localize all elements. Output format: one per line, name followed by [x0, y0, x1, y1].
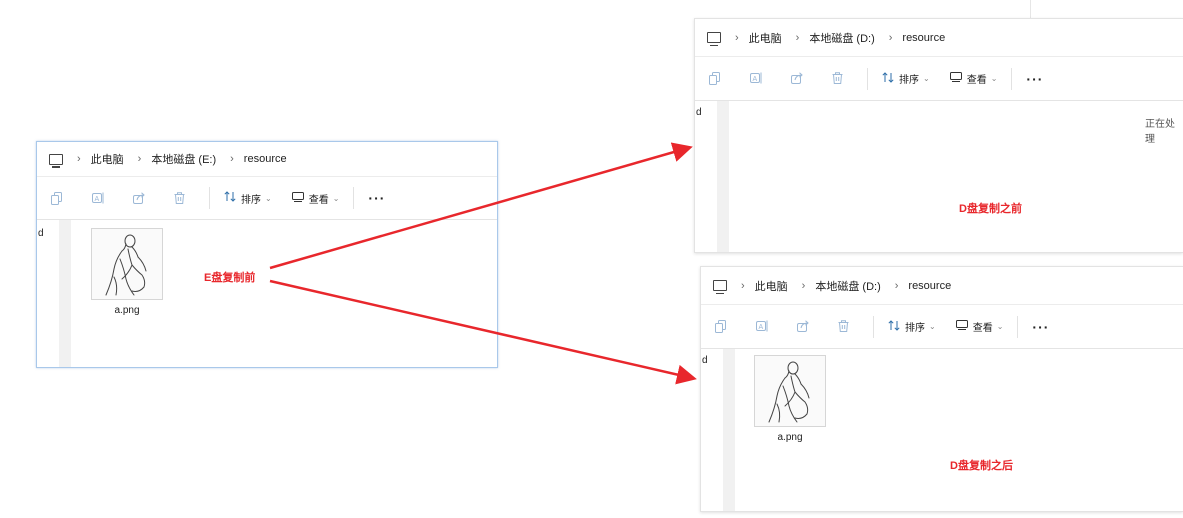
rename-icon[interactable]: A	[750, 72, 762, 85]
computer-icon	[49, 153, 63, 168]
processing-status: 正在处理	[1145, 119, 1175, 145]
chevron-right-icon: ›	[137, 153, 142, 165]
sort-icon	[882, 71, 894, 86]
label-e-before: E盘复制前	[204, 272, 256, 284]
view-label: 查看	[308, 194, 329, 206]
toolbar-separator	[873, 315, 874, 338]
navigation-pane[interactable]: d	[695, 101, 717, 252]
sort-button[interactable]: 排序 ⌄	[888, 319, 936, 334]
view-icon	[291, 191, 304, 205]
breadcrumb-drive[interactable]: 本地磁盘 (E:)	[151, 151, 216, 167]
view-label: 查看	[972, 323, 993, 334]
rename-icon[interactable]: A	[756, 320, 768, 333]
command-bar: A 排序 ⌄ 查看 ⌄ ···	[37, 177, 497, 220]
sort-label: 排序	[899, 75, 919, 86]
sort-icon	[224, 191, 236, 205]
background-divider	[1030, 0, 1031, 20]
address-bar[interactable]: › 此电脑 › 本地磁盘 (E:) › resource	[37, 142, 497, 177]
chevron-right-icon: ›	[77, 153, 81, 165]
rename-icon[interactable]: A	[92, 192, 104, 205]
breadcrumb-drive[interactable]: 本地磁盘 (D:)	[815, 278, 880, 294]
more-options-button[interactable]: ···	[1026, 71, 1043, 87]
chevron-right-icon: ›	[801, 279, 806, 292]
breadcrumb-drive[interactable]: 本地磁盘 (D:)	[809, 30, 874, 46]
sketch-image-icon	[768, 361, 810, 423]
navigation-pane-scrollbar[interactable]	[717, 101, 729, 252]
chevron-down-icon: ⌄	[923, 74, 930, 83]
nav-item[interactable]: d	[696, 107, 702, 118]
address-bar[interactable]: › 此电脑 › 本地磁盘 (D:) › resource	[701, 267, 1183, 305]
file-name[interactable]: a.png	[754, 432, 826, 443]
chevron-down-icon: ⌄	[990, 74, 998, 83]
computer-icon	[713, 280, 727, 294]
breadcrumb-folder[interactable]: resource	[908, 280, 951, 292]
toolbar-separator	[1017, 315, 1019, 338]
chevron-right-icon: ›	[735, 31, 739, 44]
label-d-before: D盘复制之前	[959, 203, 1022, 215]
breadcrumb-folder[interactable]: resource	[244, 153, 287, 165]
view-button[interactable]: 查看 ⌄	[291, 191, 340, 206]
breadcrumb-this-pc[interactable]: 此电脑	[749, 30, 782, 46]
delete-icon[interactable]	[838, 320, 850, 333]
navigation-pane-scrollbar[interactable]	[59, 220, 71, 367]
svg-text:A: A	[753, 76, 758, 83]
view-button[interactable]: 查看 ⌄	[955, 319, 1004, 334]
view-icon	[955, 320, 968, 333]
file-thumbnail[interactable]	[91, 228, 163, 300]
share-icon[interactable]	[797, 320, 809, 333]
address-bar[interactable]: › 此电脑 › 本地磁盘 (D:) › resource	[695, 19, 1183, 57]
chevron-right-icon: ›	[894, 279, 899, 292]
file-thumbnail[interactable]	[754, 355, 826, 427]
toolbar-separator	[1011, 67, 1013, 90]
svg-text:A: A	[759, 324, 764, 331]
chevron-right-icon: ›	[888, 31, 893, 44]
copy-icon[interactable]	[51, 191, 63, 205]
toolbar-separator	[867, 67, 868, 90]
more-options-button[interactable]: ···	[368, 190, 385, 206]
share-icon[interactable]	[791, 72, 803, 85]
view-button[interactable]: 查看 ⌄	[949, 71, 998, 86]
chevron-right-icon: ›	[795, 31, 800, 44]
chevron-down-icon: ⌄	[332, 193, 340, 203]
sort-button[interactable]: 排序 ⌄	[224, 191, 272, 206]
command-bar: A 排序 ⌄ 查看 ⌄ ···	[701, 305, 1183, 349]
nav-item[interactable]: d	[702, 355, 708, 366]
view-label: 查看	[966, 75, 987, 86]
chevron-down-icon: ⌄	[265, 193, 272, 203]
navigation-pane-scrollbar[interactable]	[723, 349, 735, 511]
computer-icon	[707, 32, 721, 46]
navigation-pane[interactable]: d	[37, 220, 59, 367]
share-icon[interactable]	[133, 191, 145, 205]
chevron-right-icon: ›	[230, 153, 234, 165]
chevron-right-icon: ›	[741, 279, 745, 292]
delete-icon[interactable]	[174, 191, 186, 205]
explorer-window-d-drive-before: › 此电脑 › 本地磁盘 (D:) › resource A 排序 ⌄ 查看 ⌄…	[694, 18, 1183, 253]
sort-label: 排序	[241, 194, 261, 206]
toolbar-separator	[209, 187, 210, 209]
command-bar: A 排序 ⌄ 查看 ⌄ ···	[695, 57, 1183, 101]
delete-icon[interactable]	[832, 72, 844, 85]
breadcrumb-folder[interactable]: resource	[902, 32, 945, 44]
explorer-window-d-drive-after: › 此电脑 › 本地磁盘 (D:) › resource A 排序 ⌄ 查看 ⌄…	[700, 266, 1183, 512]
sort-button[interactable]: 排序 ⌄	[882, 71, 930, 86]
navigation-pane[interactable]: d	[701, 349, 723, 511]
breadcrumb-this-pc[interactable]: 此电脑	[755, 278, 788, 294]
label-d-after: D盘复制之后	[950, 460, 1013, 472]
chevron-down-icon: ⌄	[929, 322, 936, 331]
svg-text:A: A	[95, 196, 100, 203]
nav-item[interactable]: d	[38, 228, 44, 239]
sort-icon	[888, 319, 900, 334]
sort-label: 排序	[905, 323, 925, 334]
explorer-window-e-drive: › 此电脑 › 本地磁盘 (E:) › resource A 排序 ⌄ 查看 ⌄…	[36, 141, 498, 368]
copy-icon[interactable]	[715, 320, 727, 333]
more-options-button[interactable]: ···	[1032, 319, 1049, 335]
sketch-image-icon	[105, 234, 147, 296]
view-icon	[949, 72, 962, 85]
toolbar-separator	[353, 187, 355, 209]
file-name[interactable]: a.png	[91, 305, 163, 316]
chevron-down-icon: ⌄	[996, 322, 1004, 331]
breadcrumb-this-pc[interactable]: 此电脑	[91, 151, 124, 167]
copy-icon[interactable]	[709, 72, 721, 85]
